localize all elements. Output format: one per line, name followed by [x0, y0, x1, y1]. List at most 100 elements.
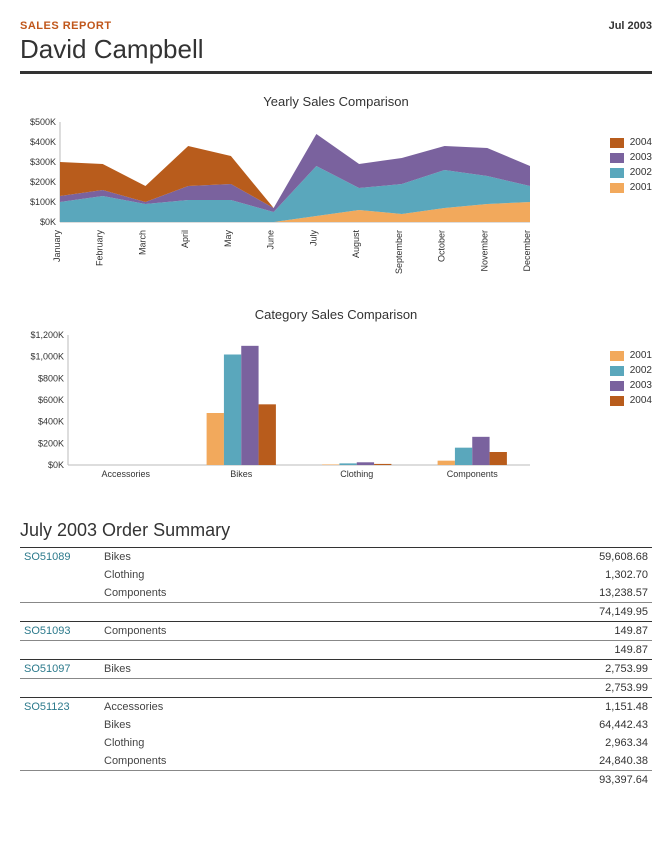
legend-item: 2002 [610, 365, 652, 376]
order-category: Clothing [100, 734, 405, 752]
order-category: Components [100, 622, 405, 641]
order-summary-title: July 2003 Order Summary [20, 520, 652, 541]
legend-label: 2001 [630, 350, 652, 361]
svg-text:$0K: $0K [40, 217, 56, 227]
table-row: Clothing1,302.70 [20, 566, 652, 584]
order-category: Bikes [100, 716, 405, 734]
svg-text:December: December [522, 230, 532, 272]
category-sales-chart: Category Sales Comparison $0K$200K$400K$… [20, 307, 652, 490]
order-amount: 64,442.43 [405, 716, 652, 734]
svg-text:$1,200K: $1,200K [30, 330, 64, 340]
svg-text:$500K: $500K [30, 117, 56, 127]
svg-text:May: May [223, 230, 233, 248]
svg-text:August: August [351, 230, 361, 259]
order-category: Accessories [100, 698, 405, 717]
legend-swatch [610, 396, 624, 406]
order-amount: 149.87 [405, 622, 652, 641]
order-amount: 59,608.68 [405, 548, 652, 566]
legend-swatch [610, 183, 624, 193]
svg-text:Clothing: Clothing [340, 469, 373, 479]
order-amount: 2,963.34 [405, 734, 652, 752]
order-id[interactable] [20, 566, 100, 584]
table-row: Clothing2,963.34 [20, 734, 652, 752]
svg-text:$400K: $400K [30, 137, 56, 147]
order-id[interactable]: SO51093 [20, 622, 100, 641]
svg-text:February: February [95, 230, 105, 267]
order-category: Clothing [100, 566, 405, 584]
svg-text:July: July [308, 230, 318, 247]
report-name: David Campbell [20, 34, 652, 65]
svg-text:Components: Components [447, 469, 499, 479]
order-subtotal: 93,397.64 [405, 771, 652, 790]
chart-legend: 2004 2003 2002 2001 [610, 137, 652, 197]
legend-label: 2002 [630, 167, 652, 178]
order-id[interactable] [20, 734, 100, 752]
area-chart-svg: $0K$100K$200K$300K$400K$500KJanuaryFebru… [20, 117, 600, 277]
order-subtotal-row: 74,149.95 [20, 603, 652, 622]
order-amount: 1,151.48 [405, 698, 652, 717]
legend-label: 2002 [630, 365, 652, 376]
svg-text:$400K: $400K [38, 417, 64, 427]
svg-text:$800K: $800K [38, 373, 64, 383]
orders-table: SO51089Bikes59,608.68Clothing1,302.70Com… [20, 548, 652, 789]
legend-swatch [610, 351, 624, 361]
svg-text:January: January [52, 230, 62, 263]
legend-label: 2003 [630, 152, 652, 163]
legend-swatch [610, 168, 624, 178]
svg-text:$200K: $200K [38, 438, 64, 448]
order-subtotal-row: 2,753.99 [20, 679, 652, 698]
order-subtotal: 74,149.95 [405, 603, 652, 622]
order-subtotal: 149.87 [405, 641, 652, 660]
legend-label: 2003 [630, 380, 652, 391]
order-id[interactable] [20, 584, 100, 603]
legend-label: 2001 [630, 182, 652, 193]
order-amount: 24,840.38 [405, 752, 652, 771]
table-row: Components13,238.57 [20, 584, 652, 603]
svg-text:March: March [137, 230, 147, 255]
header: SALES REPORT Jul 2003 David Campbell [20, 20, 652, 65]
order-category: Components [100, 752, 405, 771]
svg-text:$0K: $0K [48, 460, 64, 470]
report-label: SALES REPORT [20, 20, 652, 32]
table-row: SO51093Components149.87 [20, 622, 652, 641]
yearly-sales-chart: Yearly Sales Comparison $0K$100K$200K$30… [20, 94, 652, 277]
svg-text:$1,000K: $1,000K [30, 352, 64, 362]
order-subtotal: 2,753.99 [405, 679, 652, 698]
report-date: Jul 2003 [609, 20, 652, 32]
legend-item: 2004 [610, 137, 652, 148]
legend-item: 2003 [610, 380, 652, 391]
bar-chart-svg: $0K $200K $400K $600K $800K $1,000K $1,200K Acc… [20, 330, 600, 490]
table-row: Components24,840.38 [20, 752, 652, 771]
table-row: SO51097Bikes2,753.99 [20, 660, 652, 679]
order-id[interactable] [20, 752, 100, 771]
order-id[interactable]: SO51123 [20, 698, 100, 717]
legend-item: 2003 [610, 152, 652, 163]
order-category: Bikes [100, 660, 405, 679]
chart-legend: 2001 2002 2003 2004 [610, 350, 652, 410]
order-subtotal-row: 93,397.64 [20, 771, 652, 790]
svg-text:$100K: $100K [30, 197, 56, 207]
order-id[interactable]: SO51097 [20, 660, 100, 679]
legend-label: 2004 [630, 395, 652, 406]
svg-text:Bikes: Bikes [230, 469, 253, 479]
order-amount: 13,238.57 [405, 584, 652, 603]
legend-item: 2001 [610, 182, 652, 193]
legend-swatch [610, 138, 624, 148]
legend-item: 2004 [610, 395, 652, 406]
svg-text:April: April [180, 230, 190, 248]
svg-text:$600K: $600K [38, 395, 64, 405]
svg-text:Accessories: Accessories [101, 469, 150, 479]
legend-swatch [610, 153, 624, 163]
svg-text:$300K: $300K [30, 157, 56, 167]
table-row: Bikes64,442.43 [20, 716, 652, 734]
order-amount: 2,753.99 [405, 660, 652, 679]
svg-text:June: June [266, 230, 276, 250]
legend-item: 2002 [610, 167, 652, 178]
order-subtotal-row: 149.87 [20, 641, 652, 660]
order-category: Components [100, 584, 405, 603]
order-id[interactable] [20, 716, 100, 734]
order-amount: 1,302.70 [405, 566, 652, 584]
header-rule [20, 71, 652, 74]
order-id[interactable]: SO51089 [20, 548, 100, 566]
svg-text:November: November [479, 230, 489, 272]
